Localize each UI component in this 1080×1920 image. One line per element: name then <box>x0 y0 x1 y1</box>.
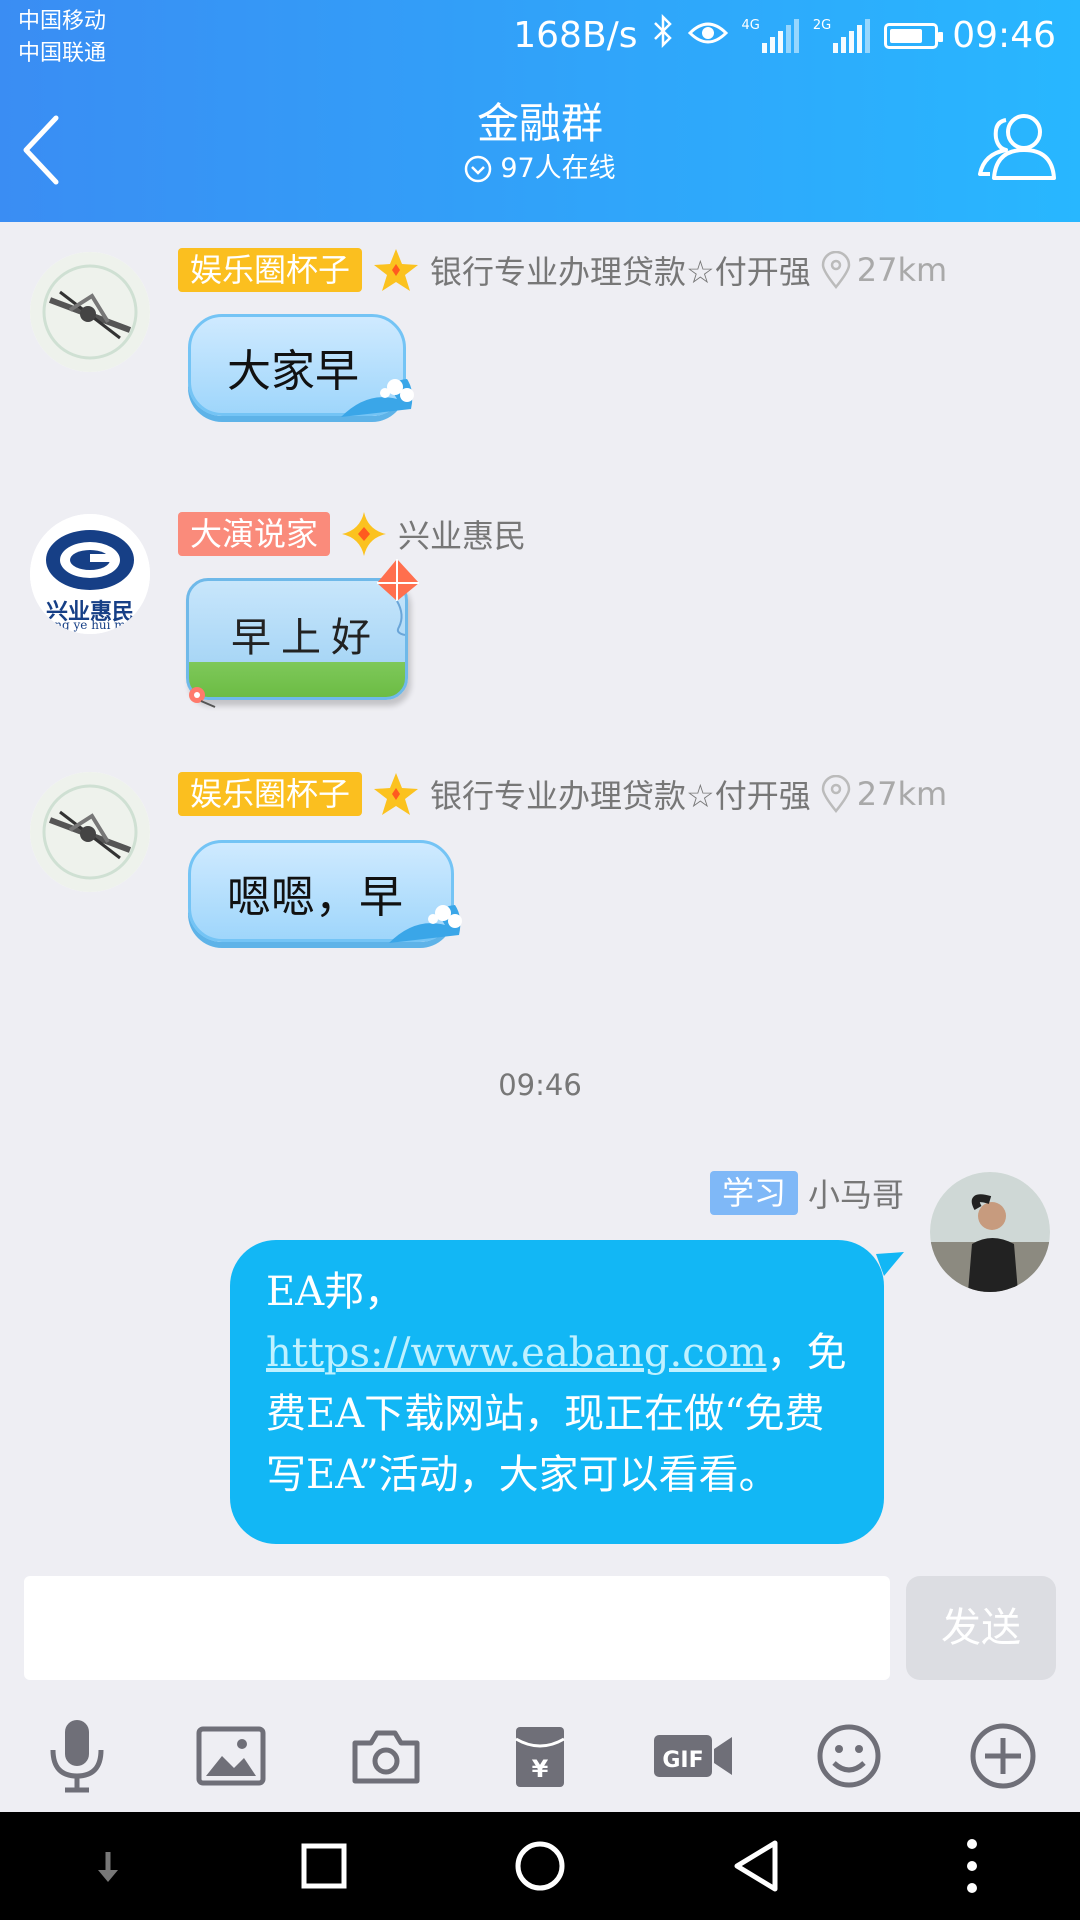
chat-header: 中国移动 中国联通 168B/s 4G 2G 09:46 金融群 97人在线 <box>0 0 1080 222</box>
sender-line: 大演说家 兴业惠民 <box>178 510 526 558</box>
emoji-icon <box>817 1724 881 1788</box>
group-title: 金融群 <box>476 99 603 148</box>
carrier-1: 中国移动 <box>18 9 107 34</box>
message-text: 嗯嗯，早 <box>227 872 403 923</box>
eye-icon <box>687 15 728 56</box>
man-avatar-image <box>930 1172 1050 1292</box>
message-text-prefix: EA邦， <box>266 1269 405 1315</box>
rank-badge: 娱乐圈杯子 <box>178 772 363 816</box>
recents-button[interactable] <box>216 1812 432 1920</box>
flower-icon <box>189 687 216 708</box>
own-message-bubble[interactable]: EA邦，https://www.eabang.com，免费EA下载网站，现正在做… <box>230 1240 884 1544</box>
rank-badge: 学习 <box>709 1171 798 1215</box>
signal-2g-icon: 2G <box>813 18 871 53</box>
more-vertical-icon <box>967 1839 977 1893</box>
location-pin-icon <box>821 775 850 813</box>
distance: 27km <box>856 251 948 289</box>
camera-icon <box>352 1730 420 1784</box>
avatar-subcaption: ng ye hui m <box>54 618 126 632</box>
sender-name[interactable]: 兴业惠民 <box>398 511 526 557</box>
signal-4g-icon: 4G <box>742 18 799 53</box>
back-nav-button[interactable] <box>648 1812 864 1920</box>
image-button[interactable] <box>154 1700 308 1812</box>
title-area[interactable]: 金融群 97人在线 <box>0 98 1080 188</box>
people-icon <box>978 114 1056 180</box>
kite-icon <box>377 559 419 636</box>
red-packet-button[interactable]: ¥ <box>463 1700 617 1812</box>
status-icons: 168B/s 4G 2G 09:46 <box>513 13 1056 57</box>
svg-text:¥: ¥ <box>532 1755 549 1783</box>
plus-icon <box>970 1723 1036 1789</box>
message-text: 早上好 <box>231 615 381 661</box>
wave-decoration-icon <box>341 379 414 417</box>
menu-button[interactable] <box>864 1812 1080 1920</box>
image-icon <box>196 1726 266 1786</box>
message-2: 兴业惠民 ng ye hui m 大演说家 兴业惠民 早上好 <box>0 490 1080 730</box>
battery-icon <box>884 22 944 49</box>
input-toolbar: ¥ GIF <box>0 1700 1080 1812</box>
sword-avatar-image <box>30 772 150 892</box>
emoji-button[interactable] <box>771 1700 925 1812</box>
avatar[interactable] <box>30 252 150 372</box>
send-button[interactable]: 发送 <box>906 1576 1056 1680</box>
own-sender-line: 学习 小马哥 <box>709 1170 904 1216</box>
input-row: 发送 <box>0 1564 1080 1692</box>
carrier-info: 中国移动 中国联通 <box>18 6 106 70</box>
diamond-star-icon <box>342 512 387 556</box>
group-members-button[interactable] <box>976 108 1058 184</box>
location: 27km <box>821 775 947 813</box>
online-count: 97人在线 <box>464 150 616 188</box>
camera-button[interactable] <box>309 1700 463 1812</box>
arrow-down-icon <box>98 1852 118 1882</box>
star-icon <box>374 249 419 291</box>
message-bubble[interactable]: 早上好 <box>186 559 419 708</box>
sender-name[interactable]: 银行专业办理贷款☆付开强 <box>430 247 811 293</box>
sword-avatar-image <box>30 252 150 372</box>
svg-text:GIF: GIF <box>663 1748 704 1773</box>
message-link[interactable]: https://www.eabang.com <box>266 1330 767 1376</box>
hide-keyboard-button[interactable] <box>0 1812 216 1920</box>
circle-icon <box>515 1841 565 1891</box>
sender-name[interactable]: 小马哥 <box>808 1170 904 1216</box>
gif-button[interactable]: GIF <box>617 1700 771 1812</box>
clock: 09:46 <box>952 15 1056 56</box>
message-1: 娱乐圈杯子 银行专业办理贷款☆付开强 27km 大家早 <box>0 222 1080 462</box>
bluetooth-icon <box>652 13 674 57</box>
sender-line: 娱乐圈杯子 银行专业办理贷款☆付开强 27km <box>178 246 947 294</box>
triangle-back-icon <box>734 1840 778 1892</box>
avatar[interactable] <box>30 772 150 892</box>
square-icon <box>301 1843 347 1889</box>
star-icon <box>374 773 419 815</box>
gif-icon: GIF <box>654 1735 733 1777</box>
mic-icon <box>50 1720 104 1793</box>
rank-badge: 娱乐圈杯子 <box>178 248 363 292</box>
message-3: 娱乐圈杯子 银行专业办理贷款☆付开强 27km 嗯嗯，早 <box>0 744 1080 984</box>
message-bubble[interactable]: 大家早 <box>188 314 414 417</box>
more-button[interactable] <box>926 1700 1080 1812</box>
message-input[interactable] <box>24 1576 890 1680</box>
battery-fill <box>890 28 923 43</box>
own-avatar[interactable] <box>930 1172 1050 1292</box>
location-pin-icon <box>821 251 850 289</box>
home-button[interactable] <box>432 1812 648 1920</box>
message-bubble[interactable]: 嗯嗯，早 <box>188 840 462 943</box>
bubble-tail <box>876 1252 904 1276</box>
sender-line: 娱乐圈杯子 银行专业办理贷款☆付开强 27km <box>178 770 947 818</box>
chevron-down-circle-icon <box>465 155 492 183</box>
avatar[interactable]: 兴业惠民 ng ye hui m <box>30 514 150 634</box>
time-separator: 09:46 <box>498 1068 582 1102</box>
network-speed: 168B/s <box>513 15 638 56</box>
system-nav-bar <box>0 1812 1080 1920</box>
red-packet-icon: ¥ <box>515 1727 565 1787</box>
rank-badge: 大演说家 <box>178 512 331 556</box>
carrier-2: 中国联通 <box>18 41 107 66</box>
wave-decoration-icon <box>389 905 462 943</box>
distance: 27km <box>856 775 948 813</box>
location: 27km <box>821 251 947 289</box>
sender-name[interactable]: 银行专业办理贷款☆付开强 <box>430 771 811 817</box>
voice-button[interactable] <box>0 1700 154 1812</box>
